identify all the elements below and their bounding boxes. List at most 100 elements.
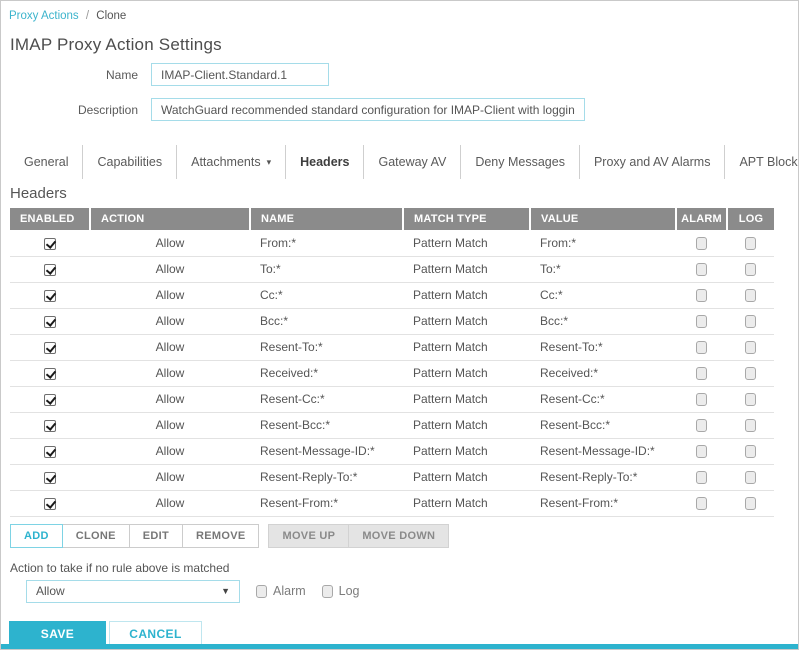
- cancel-button[interactable]: CANCEL: [109, 621, 202, 647]
- name-cell: Resent-Message-ID:*: [250, 438, 403, 464]
- alarm-checkbox[interactable]: [696, 367, 707, 380]
- edit-button[interactable]: EDIT: [129, 524, 183, 548]
- breadcrumb: Proxy Actions / Clone: [9, 10, 790, 22]
- tab-general[interactable]: General: [10, 145, 83, 179]
- log-checkbox[interactable]: [745, 237, 756, 250]
- log-checkbox[interactable]: [745, 341, 756, 354]
- name-cell: From:*: [250, 230, 403, 256]
- enabled-checkbox[interactable]: [44, 342, 56, 354]
- alarm-checkbox[interactable]: [696, 393, 707, 406]
- log-checkbox[interactable]: [745, 263, 756, 276]
- tab-capabilities[interactable]: Capabilities: [83, 145, 177, 179]
- save-button[interactable]: SAVE: [9, 621, 106, 647]
- enabled-checkbox[interactable]: [44, 264, 56, 276]
- log-checkbox[interactable]: [745, 497, 756, 510]
- enabled-checkbox[interactable]: [44, 394, 56, 406]
- table-row[interactable]: Allow Cc:* Pattern Match Cc:*: [10, 282, 774, 308]
- tab-attachments[interactable]: Attachments ▾: [177, 145, 286, 179]
- log-checkbox[interactable]: [745, 471, 756, 484]
- tab-label: Headers: [300, 155, 349, 169]
- column-header-alarm: ALARM: [676, 208, 727, 230]
- fallback-action-select[interactable]: Allow ▼: [26, 580, 240, 603]
- log-checkbox[interactable]: [745, 289, 756, 302]
- tab-proxy-and-av-alarms[interactable]: Proxy and AV Alarms: [580, 145, 726, 179]
- fallback-log-option[interactable]: Log: [322, 584, 360, 598]
- alarm-checkbox[interactable]: [696, 497, 707, 510]
- breadcrumb-link-proxy-actions[interactable]: Proxy Actions: [9, 10, 79, 22]
- table-header-row: ENABLED ACTION NAME MATCH TYPE VALUE ALA…: [10, 208, 774, 230]
- alarm-checkbox[interactable]: [696, 315, 707, 328]
- log-checkbox[interactable]: [745, 445, 756, 458]
- description-input[interactable]: [151, 98, 585, 121]
- enabled-checkbox[interactable]: [44, 316, 56, 328]
- move-up-button[interactable]: MOVE UP: [268, 524, 349, 548]
- value-cell: Resent-Bcc:*: [530, 412, 676, 438]
- page-title: IMAP Proxy Action Settings: [10, 35, 790, 55]
- enabled-checkbox[interactable]: [44, 238, 56, 250]
- name-cell: Received:*: [250, 360, 403, 386]
- value-cell: Bcc:*: [530, 308, 676, 334]
- fallback-alarm-option[interactable]: Alarm: [256, 584, 306, 598]
- column-header-name: NAME: [250, 208, 403, 230]
- enabled-checkbox[interactable]: [44, 420, 56, 432]
- enabled-checkbox[interactable]: [44, 446, 56, 458]
- enabled-checkbox[interactable]: [44, 290, 56, 302]
- clone-button[interactable]: CLONE: [62, 524, 130, 548]
- add-button[interactable]: ADD: [10, 524, 63, 548]
- table-row[interactable]: Allow Bcc:* Pattern Match Bcc:*: [10, 308, 774, 334]
- action-cell: Allow: [90, 256, 250, 282]
- move-down-button[interactable]: MOVE DOWN: [348, 524, 449, 548]
- tab-deny-messages[interactable]: Deny Messages: [461, 145, 580, 179]
- table-row[interactable]: Allow To:* Pattern Match To:*: [10, 256, 774, 282]
- table-row[interactable]: Allow Received:* Pattern Match Received:…: [10, 360, 774, 386]
- alarm-checkbox[interactable]: [696, 237, 707, 250]
- table-row[interactable]: Allow Resent-Cc:* Pattern Match Resent-C…: [10, 386, 774, 412]
- match-type-cell: Pattern Match: [403, 438, 530, 464]
- description-label: Description: [9, 103, 138, 117]
- remove-button[interactable]: REMOVE: [182, 524, 259, 548]
- value-cell: Received:*: [530, 360, 676, 386]
- tab-headers[interactable]: Headers: [286, 145, 364, 179]
- table-row[interactable]: Allow Resent-From:* Pattern Match Resent…: [10, 490, 774, 516]
- value-cell: Resent-Message-ID:*: [530, 438, 676, 464]
- column-header-enabled: ENABLED: [10, 208, 90, 230]
- log-checkbox[interactable]: [745, 393, 756, 406]
- enabled-checkbox[interactable]: [44, 368, 56, 380]
- edit-button-group: ADDCLONEEDITREMOVE: [10, 524, 259, 548]
- name-cell: To:*: [250, 256, 403, 282]
- alarm-checkbox[interactable]: [696, 445, 707, 458]
- value-cell: Resent-Reply-To:*: [530, 464, 676, 490]
- name-cell: Resent-Cc:*: [250, 386, 403, 412]
- tab-label: Attachments: [191, 155, 260, 169]
- alarm-checkbox[interactable]: [696, 289, 707, 302]
- table-row[interactable]: Allow Resent-Message-ID:* Pattern Match …: [10, 438, 774, 464]
- log-checkbox[interactable]: [745, 315, 756, 328]
- alarm-checkbox[interactable]: [696, 263, 707, 276]
- enabled-checkbox[interactable]: [44, 498, 56, 510]
- log-checkbox[interactable]: [322, 585, 333, 598]
- table-row[interactable]: Allow Resent-Bcc:* Pattern Match Resent-…: [10, 412, 774, 438]
- breadcrumb-current-clone: Clone: [96, 10, 126, 22]
- table-row[interactable]: Allow From:* Pattern Match From:*: [10, 230, 774, 256]
- name-cell: Resent-Bcc:*: [250, 412, 403, 438]
- tab-gateway-av[interactable]: Gateway AV: [364, 145, 461, 179]
- action-cell: Allow: [90, 308, 250, 334]
- name-input[interactable]: [151, 63, 329, 86]
- alarm-checkbox[interactable]: [696, 471, 707, 484]
- alarm-checkbox[interactable]: [256, 585, 267, 598]
- name-cell: Resent-To:*: [250, 334, 403, 360]
- table-row[interactable]: Allow Resent-Reply-To:* Pattern Match Re…: [10, 464, 774, 490]
- alarm-checkbox[interactable]: [696, 341, 707, 354]
- section-title: Headers: [10, 185, 790, 202]
- page-content: Proxy Actions / Clone IMAP Proxy Action …: [1, 1, 798, 647]
- imap-proxy-action-settings-page: Proxy Actions / Clone IMAP Proxy Action …: [0, 0, 799, 650]
- log-checkbox[interactable]: [745, 419, 756, 432]
- tab-apt-blocker[interactable]: APT Blocker: [725, 145, 799, 179]
- tab-label: Capabilities: [97, 155, 162, 169]
- enabled-checkbox[interactable]: [44, 472, 56, 484]
- action-cell: Allow: [90, 360, 250, 386]
- value-cell: To:*: [530, 256, 676, 282]
- table-row[interactable]: Allow Resent-To:* Pattern Match Resent-T…: [10, 334, 774, 360]
- log-checkbox[interactable]: [745, 367, 756, 380]
- alarm-checkbox[interactable]: [696, 419, 707, 432]
